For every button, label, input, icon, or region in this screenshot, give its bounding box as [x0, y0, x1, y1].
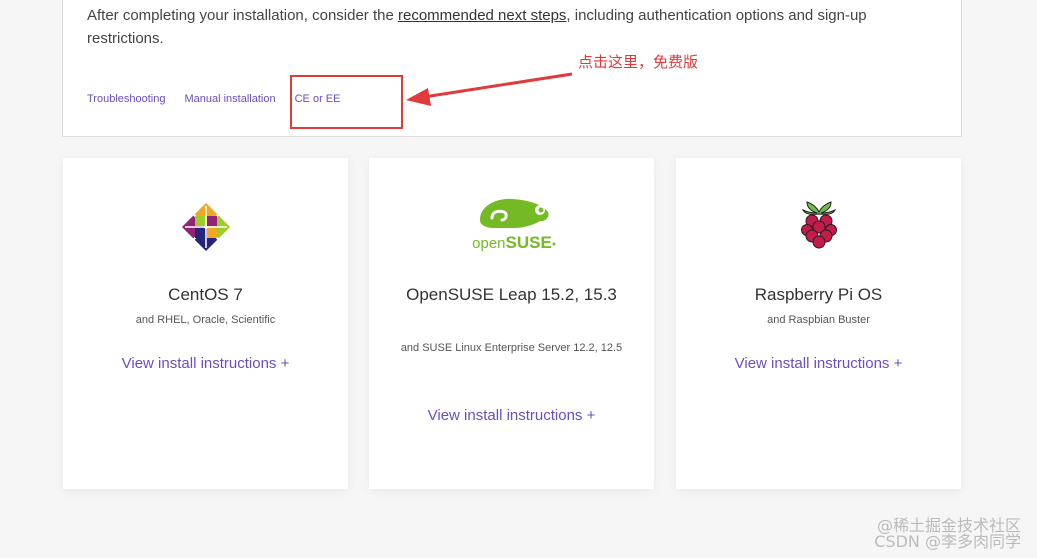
card-subtitle: and RHEL, Oracle, Scientific	[135, 314, 276, 326]
view-install-instructions-link[interactable]: View install instructions +	[369, 407, 654, 424]
raspberry-pi-logo-icon	[676, 198, 961, 250]
view-install-instructions-link[interactable]: View install instructions +	[676, 355, 961, 372]
card-raspberry-pi: Raspberry Pi OS and Raspbian Buster View…	[676, 158, 961, 489]
card-title: CentOS 7	[168, 285, 243, 304]
view-install-instructions-link[interactable]: View install instructions +	[63, 355, 348, 372]
annotation-arrow	[406, 72, 573, 106]
card-subtitle: and Raspbian Buster	[767, 314, 870, 326]
centos-logo-icon	[63, 202, 348, 252]
svg-text:openSUSE: openSUSE	[472, 233, 552, 252]
card-title: OpenSUSE Leap 15.2, 15.3	[406, 285, 617, 304]
annotation-text: 点击这里，免费版	[578, 53, 699, 71]
card-centos: CentOS 7 and RHEL, Oracle, Scientific Vi…	[63, 158, 348, 489]
opensuse-logo-icon: openSUSE	[369, 194, 654, 254]
card-opensuse: openSUSE OpenSUSE Leap 15.2, 15.3 and SU…	[369, 158, 654, 489]
watermark: @稀土掘金技术社区 CSDN @李多肉同学	[874, 518, 1021, 550]
watermark-line-2: CSDN @李多肉同学	[874, 532, 1021, 551]
card-subtitle: and SUSE Linux Enterprise Server 12.2, 1…	[400, 342, 623, 354]
card-title: Raspberry Pi OS	[754, 285, 883, 304]
